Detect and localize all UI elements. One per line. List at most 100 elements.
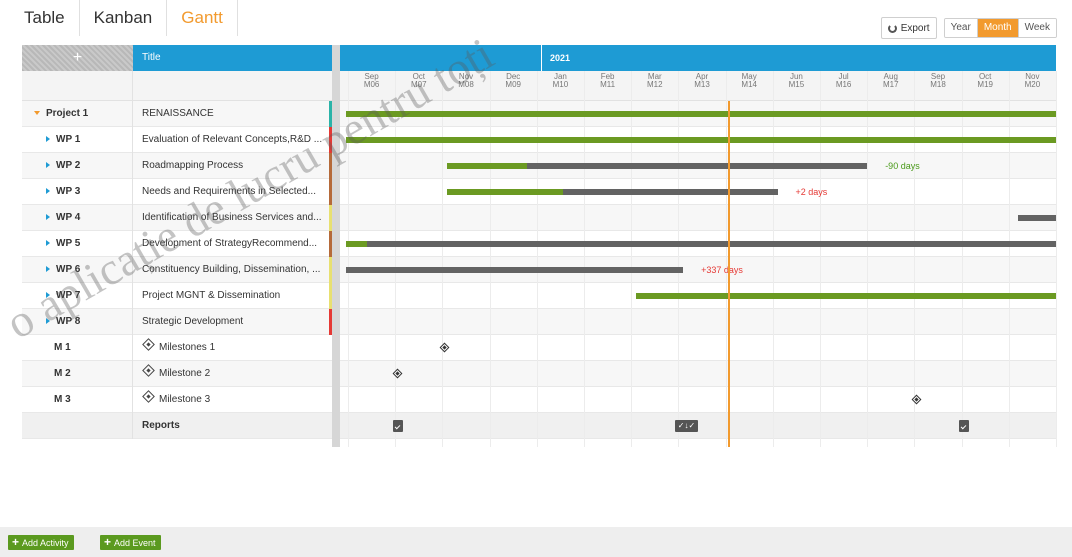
gantt-toolbar: Export Year Month Week xyxy=(880,17,1057,39)
month-header: Mar M12 xyxy=(632,73,678,89)
expand-caret-icon[interactable] xyxy=(46,240,50,247)
expand-caret-icon[interactable] xyxy=(46,292,50,299)
row-id-label: WP 1 xyxy=(56,134,81,145)
pane-splitter[interactable] xyxy=(332,45,340,447)
export-button[interactable]: Export xyxy=(880,17,937,39)
row-title[interactable]: RENAISSANCE xyxy=(133,101,332,127)
month-gridline xyxy=(536,71,538,447)
row-title[interactable]: Identification of Business Services and.… xyxy=(133,205,332,231)
month-gridline xyxy=(489,71,491,447)
row-title[interactable]: Reports xyxy=(133,413,332,439)
expand-caret-icon[interactable] xyxy=(46,136,50,143)
month-code: M09 xyxy=(505,80,521,89)
gantt-bar[interactable] xyxy=(345,241,1056,247)
gantt-bar-progress xyxy=(345,137,1056,143)
month-code: M07 xyxy=(411,80,427,89)
collapse-caret-icon[interactable] xyxy=(34,111,40,116)
add-event-button[interactable]: + Add Event xyxy=(100,535,161,550)
months-header: Sep M06 Oct M07 Nov M08 Dec M09 Jan M10 Feb M11 Mar M… xyxy=(340,71,1056,101)
month-gridline xyxy=(772,71,774,447)
month-header: Sep M06 xyxy=(349,73,395,89)
row-id: WP 2 xyxy=(22,153,133,179)
row-title[interactable]: Roadmapping Process xyxy=(133,153,332,179)
expand-caret-icon[interactable] xyxy=(46,188,50,195)
activity-row[interactable]: WP 4 Identification of Business Services … xyxy=(22,205,1056,231)
row-id-label: M 2 xyxy=(54,368,71,379)
row-id-label: Project 1 xyxy=(46,108,89,119)
schedule-variance-label: +337 days xyxy=(701,265,743,275)
milestone-row[interactable]: M 2 Milestone 2 xyxy=(22,361,1056,387)
row-id-label: WP 8 xyxy=(56,316,81,327)
zoom-year-button[interactable]: Year xyxy=(944,19,978,37)
row-title[interactable]: Milestones 1 xyxy=(133,335,332,361)
milestone-row[interactable]: M 3 Milestone 3 xyxy=(22,387,1056,413)
row-title[interactable]: Development of StrategyRecommend... xyxy=(133,231,332,257)
year-label: 2021 xyxy=(541,45,570,71)
report-icon[interactable] xyxy=(958,420,969,432)
expand-caret-icon[interactable] xyxy=(46,162,50,169)
month-code: M06 xyxy=(363,80,380,89)
month-code: M13 xyxy=(694,80,710,89)
month-header: May M14 xyxy=(726,73,772,89)
month-header: Jul M16 xyxy=(821,73,867,89)
row-title[interactable]: Constituency Building, Dissemination, ..… xyxy=(133,257,332,283)
zoom-switcher: Year Month Week xyxy=(943,18,1057,38)
month-gridline xyxy=(395,71,397,447)
zoom-month-button[interactable]: Month xyxy=(977,19,1019,37)
row-title[interactable]: Evaluation of Relevant Concepts,R&D ... xyxy=(133,127,332,153)
report-icon[interactable] xyxy=(392,420,403,432)
expand-caret-icon[interactable] xyxy=(46,214,50,221)
gantt-bar[interactable] xyxy=(345,267,684,273)
row-id: M 2 xyxy=(22,361,133,387)
schedule-variance-label: -90 days xyxy=(885,161,920,171)
month-header: Dec M09 xyxy=(490,73,536,89)
row-id xyxy=(22,413,133,439)
row-id: WP 1 xyxy=(22,127,133,153)
row-title-label: Milestone 3 xyxy=(159,394,211,405)
reports-row[interactable]: Reports xyxy=(22,413,1056,439)
expand-caret-icon[interactable] xyxy=(46,318,50,325)
row-title-label: Strategic Development xyxy=(142,316,244,327)
gantt-bar-progress xyxy=(447,189,563,195)
row-title-label: Milestones 1 xyxy=(159,342,216,353)
add-row-button[interactable]: + xyxy=(22,45,133,71)
row-title[interactable]: Milestone 2 xyxy=(133,361,332,387)
activity-row[interactable]: WP 8 Strategic Development xyxy=(22,309,1056,335)
reports-group-icon[interactable]: ✓↓✓ xyxy=(674,420,699,432)
today-marker xyxy=(727,101,730,447)
zoom-week-button[interactable]: Week xyxy=(1018,19,1056,37)
row-id: WP 3 xyxy=(22,179,133,205)
schedule-variance-label: +2 days xyxy=(795,187,828,197)
month-gridline xyxy=(867,71,869,447)
row-id: WP 6 xyxy=(22,257,133,283)
month-code: M14 xyxy=(741,80,757,89)
milestone-row[interactable]: M 1 Milestones 1 xyxy=(22,335,1056,361)
month-header: Jun M15 xyxy=(773,73,819,89)
row-title[interactable]: Project MGNT & Dissemination xyxy=(133,283,332,309)
row-id-label: WP 4 xyxy=(56,212,81,223)
month-header: Oct M07 xyxy=(396,73,442,89)
row-id-label: WP 6 xyxy=(56,264,81,275)
row-title-label: Constituency Building, Dissemination, ..… xyxy=(142,264,321,275)
tab-gantt[interactable]: Gantt xyxy=(167,0,238,36)
expand-caret-icon[interactable] xyxy=(46,266,50,273)
month-code: M12 xyxy=(647,80,663,89)
milestone-icon xyxy=(142,364,155,377)
tab-kanban[interactable]: Kanban xyxy=(80,0,168,36)
row-id: Project 1 xyxy=(22,101,133,127)
row-id: WP 4 xyxy=(22,205,133,231)
export-icon xyxy=(887,23,897,33)
milestone-icon xyxy=(142,338,155,351)
row-title[interactable]: Strategic Development xyxy=(133,309,332,335)
milestone-icon xyxy=(142,390,155,403)
add-activity-button[interactable]: + Add Activity xyxy=(8,535,74,550)
gantt-bar[interactable] xyxy=(1018,215,1056,221)
month-code: M10 xyxy=(552,80,569,89)
row-id: M 1 xyxy=(22,335,133,361)
month-code: M16 xyxy=(835,80,852,89)
tab-table[interactable]: Table xyxy=(10,0,80,36)
row-title[interactable]: Needs and Requirements in Selected... xyxy=(133,179,332,205)
row-title[interactable]: Milestone 3 xyxy=(133,387,332,413)
month-header: Feb M11 xyxy=(585,73,631,89)
month-header: Sep M18 xyxy=(915,73,961,89)
